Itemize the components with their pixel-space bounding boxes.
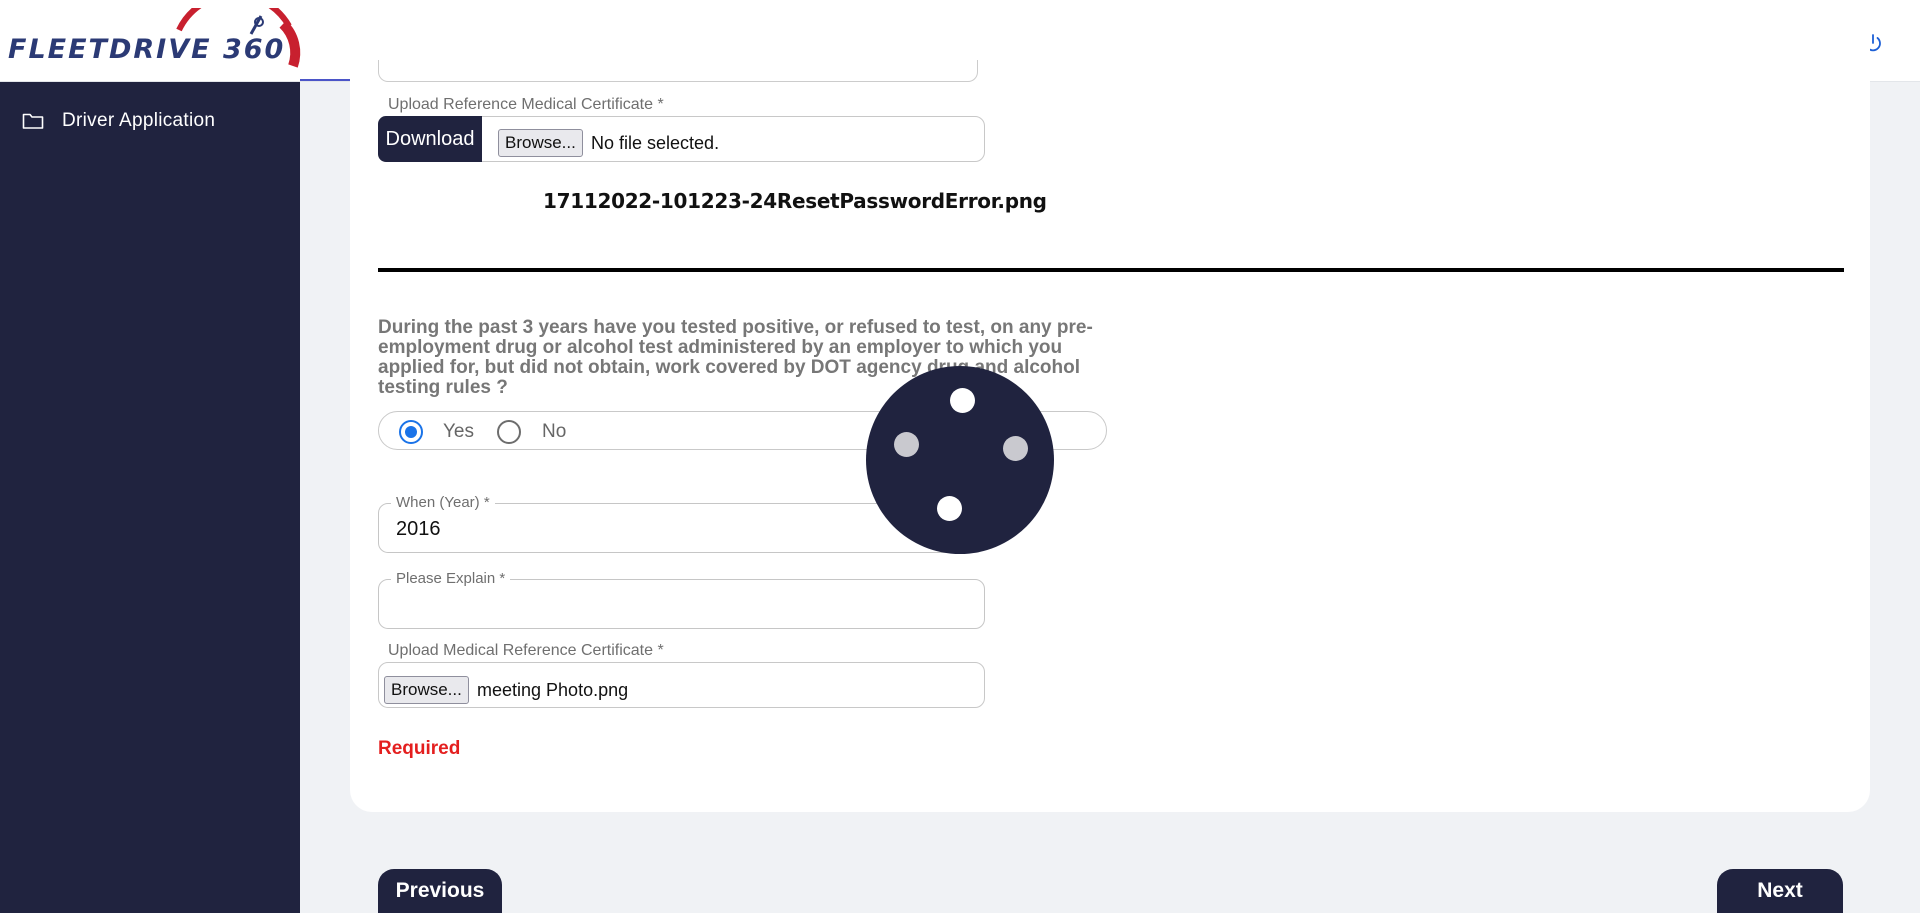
- ref-med-cert-file-status: No file selected.: [591, 133, 720, 153]
- sidebar-item-driver-application[interactable]: Driver Application: [22, 110, 215, 132]
- sidebar: Driver Application: [0, 82, 300, 913]
- uploaded-filename: 17112022-101223-24ResetPasswordError.png: [543, 189, 1047, 213]
- sidebar-item-label: Driver Application: [62, 110, 216, 131]
- logo-text: FLEETDRIVE 360: [8, 34, 286, 65]
- med-ref-cert-file-name: meeting Photo.png: [477, 680, 629, 700]
- spinner-dot: [950, 388, 975, 413]
- download-button[interactable]: Download: [378, 116, 482, 162]
- folder-icon: [22, 113, 44, 129]
- spinner-dot: [1003, 436, 1028, 461]
- next-button[interactable]: Next: [1717, 869, 1843, 913]
- spinner-dot: [894, 432, 919, 457]
- previous-button[interactable]: Previous: [378, 869, 502, 913]
- fleetdrive-logo[interactable]: FLEETDRIVE 360: [6, 8, 302, 72]
- med-ref-cert-upload-box: [378, 662, 985, 708]
- please-explain-field[interactable]: Please Explain *: [378, 570, 985, 629]
- ref-med-cert-label: Upload Reference Medical Certificate *: [388, 96, 664, 113]
- radio-no[interactable]: [497, 420, 521, 444]
- radio-yes[interactable]: [399, 420, 423, 444]
- ref-med-cert-browse-button[interactable]: Browse...: [498, 129, 583, 157]
- please-explain-label: Please Explain *: [391, 570, 511, 587]
- loading-spinner: [866, 366, 1054, 554]
- previous-field-edge: [378, 60, 978, 82]
- med-ref-cert-label: Upload Medical Reference Certificate *: [388, 642, 664, 659]
- section-divider: [378, 268, 1844, 272]
- when-year-value[interactable]: 2016: [396, 518, 441, 541]
- radio-no-label[interactable]: No: [542, 421, 566, 443]
- when-year-label: When (Year) *: [391, 494, 495, 511]
- spinner-dot: [937, 496, 962, 521]
- radio-yes-label[interactable]: Yes: [443, 421, 474, 443]
- required-error-message: Required: [378, 738, 461, 759]
- med-ref-cert-browse-button[interactable]: Browse...: [384, 676, 469, 704]
